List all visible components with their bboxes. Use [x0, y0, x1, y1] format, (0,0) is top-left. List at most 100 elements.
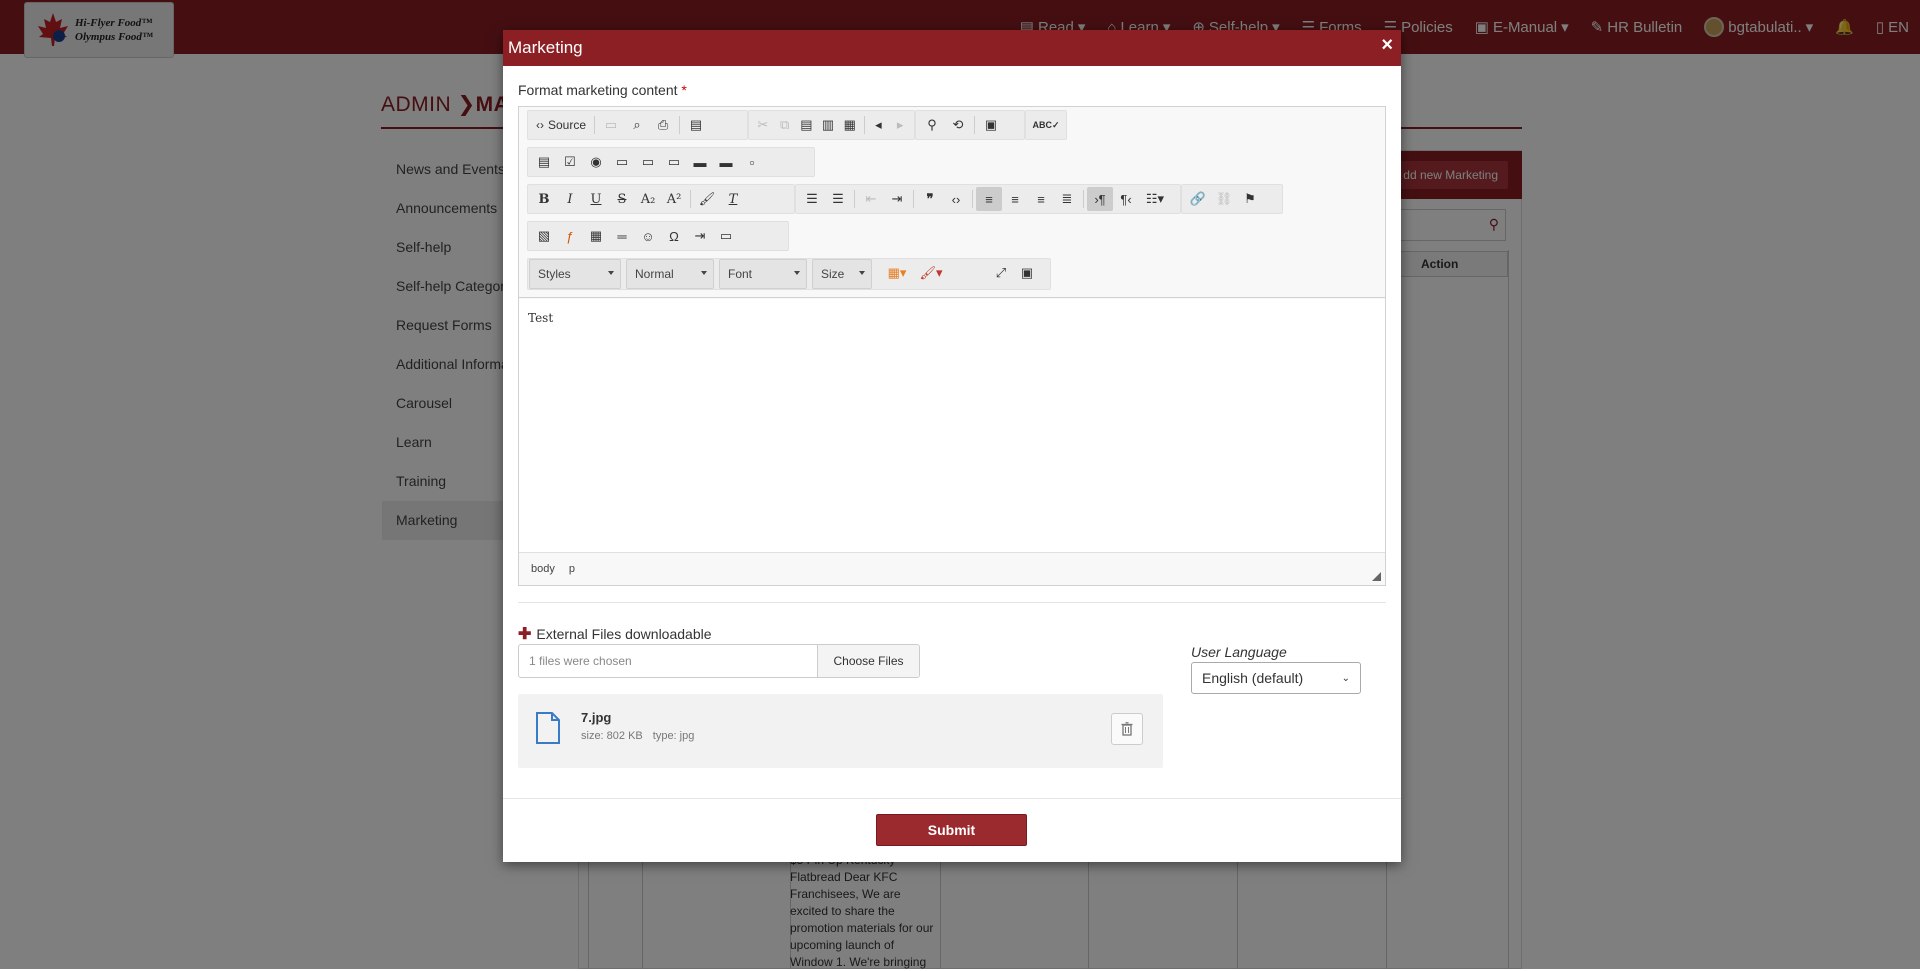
select-field-icon[interactable]: ▭	[661, 150, 687, 174]
plus-icon: ✚	[518, 626, 532, 643]
file-input-display[interactable]: 1 files were chosen	[519, 645, 817, 677]
redo-icon[interactable]: ▸	[889, 113, 911, 137]
divider	[518, 602, 1386, 603]
size-dropdown[interactable]: Size	[812, 259, 872, 289]
editor-content-area[interactable]: Test	[519, 299, 1385, 552]
font-label: Font	[728, 267, 753, 281]
flash-icon[interactable]: ƒ	[557, 224, 583, 248]
editor-elements-path: body p	[519, 552, 1385, 585]
caret-down-icon	[701, 271, 707, 275]
special-char-icon[interactable]: Ω	[661, 224, 687, 248]
textfield-icon[interactable]: ▭	[609, 150, 635, 174]
close-icon[interactable]: ×	[1381, 34, 1393, 57]
outdent-icon[interactable]: ⇤	[858, 187, 884, 211]
copy-icon[interactable]: ⧉	[774, 113, 796, 137]
marketing-modal: Marketing × Format marketing content * ‹…	[503, 30, 1401, 862]
toolbar-group-spellcheck: ABC✓	[1025, 110, 1067, 140]
print-icon[interactable]: ⎙	[650, 113, 676, 137]
preview-icon[interactable]: ⌕	[624, 113, 650, 137]
text-color-icon[interactable]: ▦▾	[880, 261, 914, 285]
form-icon[interactable]: ▤	[531, 150, 557, 174]
replace-icon[interactable]: ⟲	[945, 113, 971, 137]
bold-icon[interactable]: B	[531, 187, 557, 211]
button-field-icon[interactable]: ▬	[687, 150, 713, 174]
paste-icon[interactable]: ▤	[795, 113, 817, 137]
indent-icon[interactable]: ⇥	[884, 187, 910, 211]
background-color-icon[interactable]: 🖌▾	[914, 261, 948, 285]
superscript-icon[interactable]: A²	[661, 187, 687, 211]
language-dropdown-icon[interactable]: ☷▾	[1139, 187, 1171, 211]
ltr-icon[interactable]: ›¶	[1087, 187, 1113, 211]
user-language-label: User Language	[1191, 644, 1287, 660]
find-icon[interactable]: ⚲	[919, 113, 945, 137]
image-icon[interactable]: ▧	[531, 224, 557, 248]
numbered-list-icon[interactable]: ☰	[799, 187, 825, 211]
toolbar-group-colors: ▦▾ 🖌▾	[877, 258, 967, 288]
format-label: Normal	[635, 267, 674, 281]
submit-button[interactable]: Submit	[876, 814, 1027, 846]
spellcheck-icon[interactable]: ABC✓	[1029, 113, 1063, 137]
page-break-icon[interactable]: ⇥	[687, 224, 713, 248]
undo-icon[interactable]: ◂	[868, 113, 890, 137]
resize-handle-icon[interactable]	[1372, 572, 1381, 581]
iframe-icon[interactable]: ▭	[713, 224, 739, 248]
copy-format-icon[interactable]: 🖌	[694, 187, 720, 211]
caret-down-icon	[794, 271, 800, 275]
unlink-icon[interactable]: ⛓	[1211, 187, 1237, 211]
blockquote-icon[interactable]: ❞	[917, 187, 943, 211]
align-right-icon[interactable]: ≡	[1028, 187, 1054, 211]
code-icon[interactable]: ‹›	[943, 187, 969, 211]
align-center-icon[interactable]: ≡	[1002, 187, 1028, 211]
content-label: Format marketing content *	[518, 82, 687, 98]
path-p[interactable]: p	[569, 563, 575, 575]
path-body[interactable]: body	[531, 563, 555, 575]
styles-label: Styles	[538, 267, 571, 281]
external-files-label[interactable]: ✚ External Files downloadable	[518, 624, 712, 644]
link-icon[interactable]: 🔗	[1185, 187, 1211, 211]
radio-icon[interactable]: ◉	[583, 150, 609, 174]
font-dropdown[interactable]: Font	[719, 259, 807, 289]
choose-files-button[interactable]: Choose Files	[817, 645, 919, 677]
source-button[interactable]: ‹› Source	[531, 113, 591, 137]
checkbox-icon[interactable]: ☑	[557, 150, 583, 174]
toolbar-separator	[1083, 190, 1084, 208]
styles-dropdown[interactable]: Styles	[529, 259, 621, 289]
file-icon	[536, 712, 560, 744]
format-dropdown[interactable]: Normal	[626, 259, 714, 289]
maximize-icon[interactable]: ⤢	[988, 261, 1014, 285]
save-icon[interactable]: ▭	[598, 113, 624, 137]
user-language-select[interactable]: English (default) ⌄	[1191, 662, 1361, 694]
textarea-icon[interactable]: ▭	[635, 150, 661, 174]
strikethrough-icon[interactable]: S	[609, 187, 635, 211]
remove-format-icon[interactable]: T	[720, 187, 746, 211]
horizontal-line-icon[interactable]: ═	[609, 224, 635, 248]
file-size: size: 802 KB	[581, 730, 643, 742]
paste-word-icon[interactable]: ▦	[839, 113, 861, 137]
paste-text-icon[interactable]: ▥	[817, 113, 839, 137]
delete-file-button[interactable]	[1111, 713, 1143, 745]
hidden-field-icon[interactable]: ▫	[739, 150, 765, 174]
anchor-flag-icon[interactable]: ⚑	[1237, 187, 1263, 211]
toolbar-group-document: ‹› Source ▭ ⌕ ⎙ ▤	[527, 110, 748, 140]
cut-icon[interactable]: ✂	[752, 113, 774, 137]
required-mark: *	[681, 82, 687, 98]
rich-text-editor: ‹› Source ▭ ⌕ ⎙ ▤ ✂ ⧉ ▤ ▥ ▦ ◂ ▸ ⚲ ⟲ ▣ AB…	[518, 106, 1386, 586]
toolbar-separator	[863, 116, 865, 134]
bulleted-list-icon[interactable]: ☰	[825, 187, 851, 211]
justify-icon[interactable]: ≣	[1054, 187, 1080, 211]
underline-icon[interactable]: U	[583, 187, 609, 211]
source-label: Source	[548, 118, 587, 132]
toolbar-group-links: 🔗 ⛓ ⚑	[1181, 184, 1283, 214]
templates-icon[interactable]: ▤	[683, 113, 709, 137]
subscript-icon[interactable]: A₂	[635, 187, 661, 211]
italic-icon[interactable]: I	[557, 187, 583, 211]
toolbar-group-forms: ▤ ☑ ◉ ▭ ▭ ▭ ▬ ▬ ▫	[527, 147, 815, 177]
select-all-icon[interactable]: ▣	[978, 113, 1004, 137]
align-left-icon[interactable]: ≡	[976, 187, 1002, 211]
show-blocks-icon[interactable]: ▣	[1014, 261, 1040, 285]
smiley-icon[interactable]: ☺	[635, 224, 661, 248]
image-button-icon[interactable]: ▬	[713, 150, 739, 174]
rtl-icon[interactable]: ¶‹	[1113, 187, 1139, 211]
toolbar-separator	[679, 116, 681, 134]
table-icon[interactable]: ▦	[583, 224, 609, 248]
